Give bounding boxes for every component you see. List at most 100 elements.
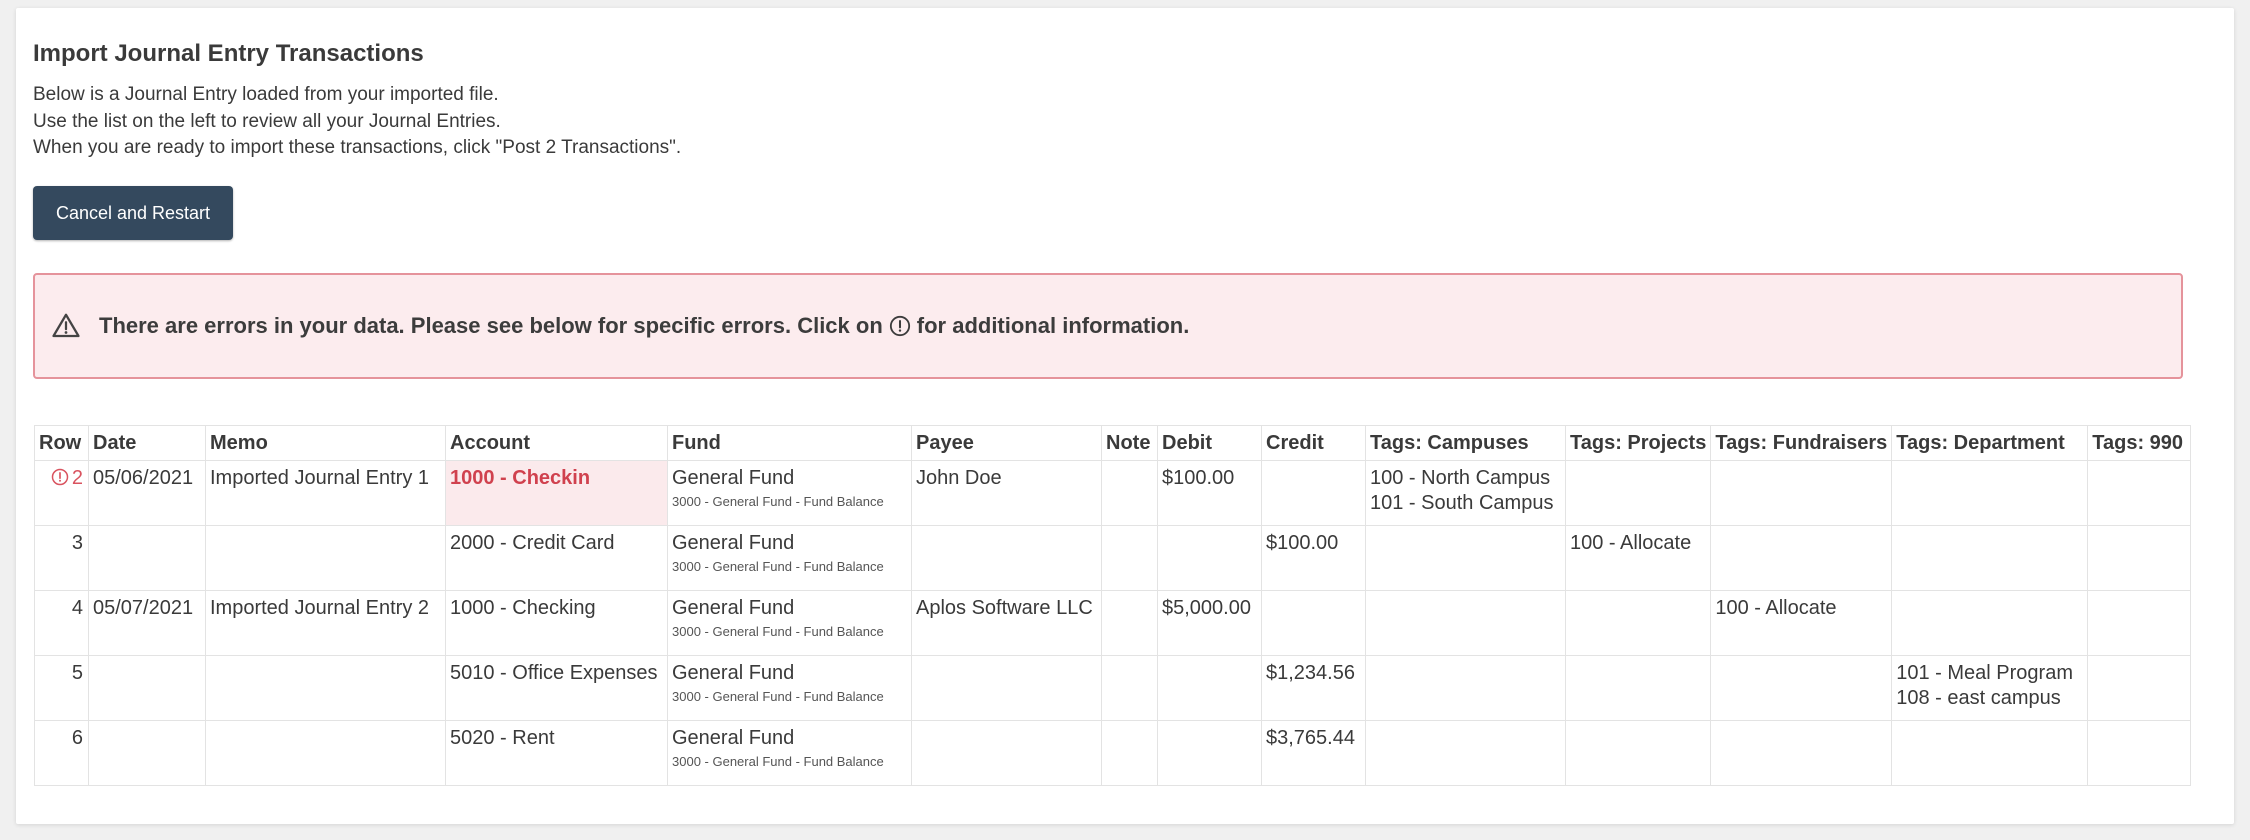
account-cell-error[interactable]: 1000 - Checkin <box>445 460 668 526</box>
tags-projects-cell <box>1564 590 1712 656</box>
memo-cell <box>205 655 446 721</box>
tags-campuses-cell <box>1365 590 1566 656</box>
date-cell: 05/07/2021 <box>88 590 206 656</box>
column-header-credit[interactable]: Credit <box>1261 425 1366 461</box>
debit-cell: $100.00 <box>1157 460 1262 526</box>
column-header-tags-campuses[interactable]: Tags: Campuses <box>1365 425 1566 461</box>
column-header-fund[interactable]: Fund <box>667 425 912 461</box>
column-header-tags-990[interactable]: Tags: 990 <box>2087 425 2192 461</box>
tags-department-cell: 101 - Meal Program 108 - east campus <box>1891 655 2089 721</box>
column-header-memo[interactable]: Memo <box>205 425 446 461</box>
table-row[interactable]: 2 05/06/2021 Imported Journal Entry 1 10… <box>34 460 2192 526</box>
table-row[interactable]: 6 5020 - Rent General Fund 3000 - Genera… <box>34 720 2192 786</box>
note-cell <box>1101 460 1158 526</box>
column-header-note[interactable]: Note <box>1101 425 1158 461</box>
description-line: When you are ready to import these trans… <box>33 137 682 158</box>
fund-cell: General Fund 3000 - General Fund - Fund … <box>667 720 912 786</box>
fund-balance-account: 3000 - General Fund - Fund Balance <box>672 494 884 509</box>
credit-cell <box>1261 460 1366 526</box>
project-tag: 100 - Allocate <box>1570 532 1692 554</box>
payee-cell: Aplos Software LLC <box>911 590 1102 656</box>
fund-cell: General Fund 3000 - General Fund - Fund … <box>667 655 912 721</box>
note-cell <box>1101 720 1158 786</box>
column-header-tags-projects[interactable]: Tags: Projects <box>1564 425 1712 461</box>
column-header-debit[interactable]: Debit <box>1157 425 1262 461</box>
date-cell <box>88 720 206 786</box>
credit-cell: $100.00 <box>1261 525 1366 591</box>
fund-balance-account: 3000 - General Fund - Fund Balance <box>672 559 884 574</box>
account-cell: 5020 - Rent <box>445 720 668 786</box>
table-row[interactable]: 5 5010 - Office Expenses General Fund 30… <box>34 655 2192 721</box>
fund-cell: General Fund 3000 - General Fund - Fund … <box>667 460 912 526</box>
fund-name: General Fund <box>672 467 795 489</box>
column-header-account[interactable]: Account <box>445 425 668 461</box>
note-cell <box>1101 655 1158 721</box>
debit-cell <box>1157 655 1262 721</box>
tags-projects-cell <box>1564 655 1712 721</box>
tags-990-cell <box>2087 655 2192 721</box>
column-header-tags-fundraisers[interactable]: Tags: Fundraisers <box>1710 425 1893 461</box>
payee-cell: John Doe <box>911 460 1102 526</box>
tags-990-cell <box>2087 460 2192 526</box>
warning-triangle-icon <box>52 313 80 338</box>
description-line: Use the list on the left to review all y… <box>33 110 501 132</box>
date-cell <box>88 655 206 721</box>
alert-text-before: There are errors in your data. Please se… <box>99 313 883 338</box>
credit-cell <box>1261 590 1366 656</box>
cancel-and-restart-button[interactable]: Cancel and Restart <box>33 186 233 240</box>
payee-cell <box>911 720 1102 786</box>
row-number: 2 <box>71 467 83 489</box>
tags-990-cell <box>2087 525 2192 591</box>
table-header-row: Row Date Memo Account Fund Payee Note De… <box>34 425 2192 461</box>
tags-department-cell <box>1891 720 2089 786</box>
memo-cell: Imported Journal Entry 1 <box>205 460 446 526</box>
tags-fundraisers-cell <box>1710 655 1893 721</box>
fundraiser-tag: 100 - Allocate <box>1715 597 1837 619</box>
tags-projects-cell <box>1564 720 1712 786</box>
table-row[interactable]: 3 2000 - Credit Card General Fund 3000 -… <box>34 525 2192 591</box>
fund-balance-account: 3000 - General Fund - Fund Balance <box>672 754 884 769</box>
fund-name: General Fund <box>672 597 795 619</box>
row-number-cell: 2 <box>34 460 89 526</box>
tags-990-cell <box>2087 590 2192 656</box>
debit-cell: $5,000.00 <box>1157 590 1262 656</box>
memo-cell: Imported Journal Entry 2 <box>205 590 446 656</box>
account-cell: 1000 - Checking <box>445 590 668 656</box>
column-header-row[interactable]: Row <box>34 425 89 461</box>
alert-text-after: for additional information. <box>916 313 1190 338</box>
page-title: Import Journal Entry Transactions <box>33 40 424 67</box>
fund-name: General Fund <box>672 532 795 554</box>
tags-fundraisers-cell <box>1710 460 1893 526</box>
column-header-date[interactable]: Date <box>88 425 206 461</box>
memo-cell <box>205 720 446 786</box>
department-tag: 101 - Meal Program <box>1896 662 2073 684</box>
column-header-payee[interactable]: Payee <box>911 425 1102 461</box>
error-info-icon[interactable] <box>51 468 69 486</box>
tags-fundraisers-cell: 100 - Allocate <box>1710 590 1893 656</box>
campus-tag: 101 - South Campus <box>1370 492 1554 514</box>
row-number-cell: 6 <box>34 720 89 786</box>
credit-cell: $1,234.56 <box>1261 655 1366 721</box>
fund-cell: General Fund 3000 - General Fund - Fund … <box>667 525 912 591</box>
payee-cell <box>911 655 1102 721</box>
tags-projects-cell: 100 - Allocate <box>1564 525 1712 591</box>
tags-campuses-cell <box>1365 720 1566 786</box>
note-cell <box>1101 590 1158 656</box>
fund-balance-account: 3000 - General Fund - Fund Balance <box>672 689 884 704</box>
page-description: Below is a Journal Entry loaded from you… <box>33 82 681 162</box>
payee-cell <box>911 525 1102 591</box>
tags-fundraisers-cell <box>1710 720 1893 786</box>
credit-cell: $3,765.44 <box>1261 720 1366 786</box>
tags-990-cell <box>2087 720 2192 786</box>
table-row[interactable]: 4 05/07/2021 Imported Journal Entry 2 10… <box>34 590 2192 656</box>
error-alert: There are errors in your data. Please se… <box>33 273 2183 379</box>
fund-name: General Fund <box>672 727 795 749</box>
column-header-tags-department[interactable]: Tags: Department <box>1891 425 2089 461</box>
date-cell: 05/06/2021 <box>88 460 206 526</box>
tags-department-cell <box>1891 525 2089 591</box>
memo-cell <box>205 525 446 591</box>
row-number-cell: 5 <box>34 655 89 721</box>
tags-fundraisers-cell <box>1710 525 1893 591</box>
tags-campuses-cell <box>1365 655 1566 721</box>
tags-campuses-cell <box>1365 525 1566 591</box>
